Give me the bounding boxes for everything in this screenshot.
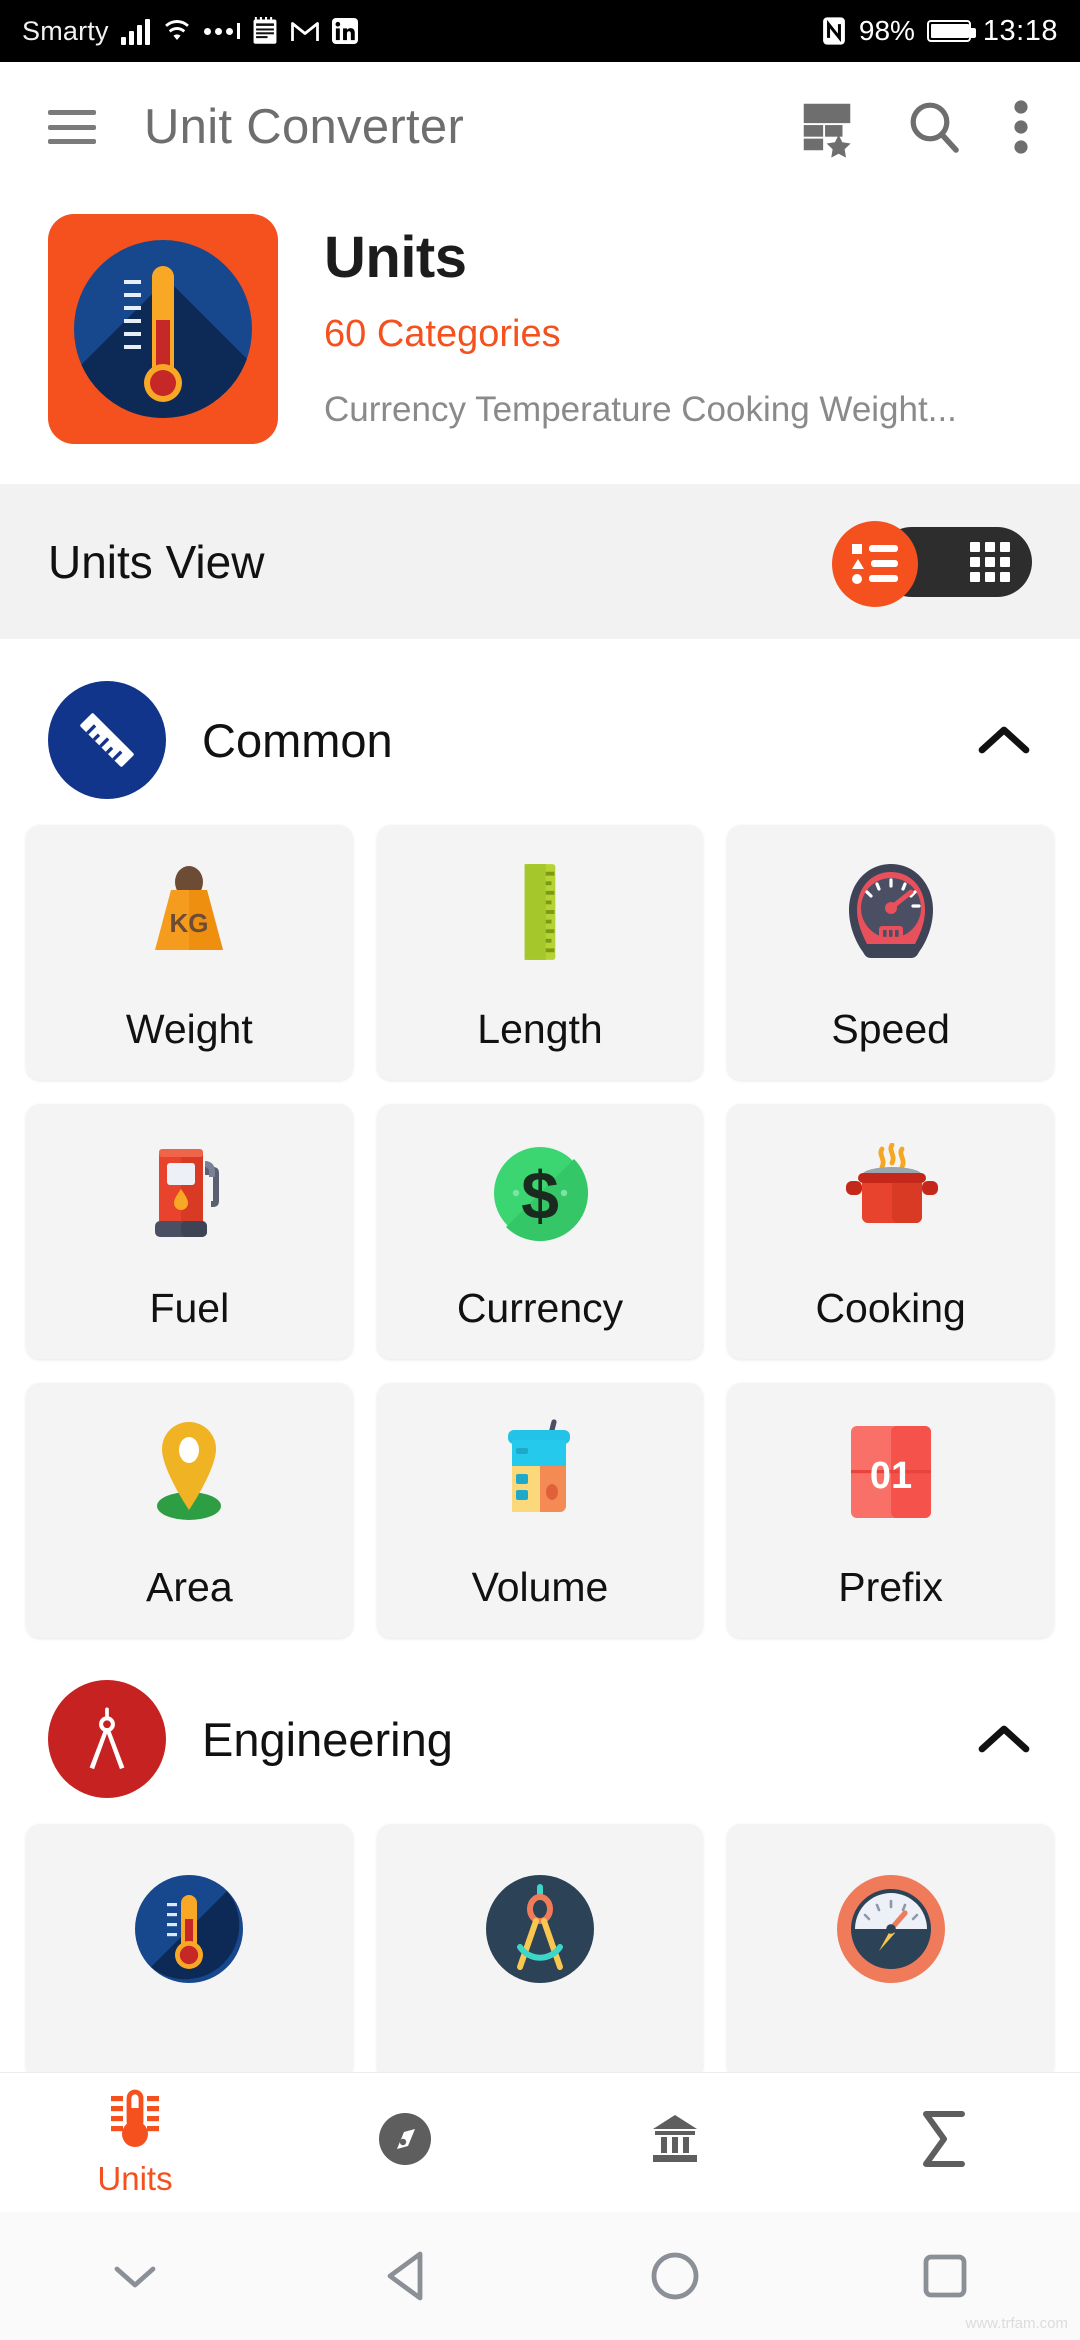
section-title: Common	[202, 713, 393, 767]
section-header-common[interactable]: Common	[0, 639, 1080, 825]
app-header-text: Units 60 Categories Currency Temperature…	[324, 214, 957, 430]
beaker-icon	[494, 1410, 586, 1522]
svg-text:KG: KG	[170, 908, 209, 938]
number-card-icon: 01	[843, 1410, 939, 1522]
app-header-description: Currency Temperature Cooking Weight...	[324, 390, 957, 429]
nav-label: Units	[97, 2159, 173, 2197]
category-label: Currency	[456, 1285, 624, 1331]
temperature-circle-icon	[131, 1874, 247, 1987]
table-favorite-icon[interactable]	[796, 96, 858, 158]
linkedin-icon	[331, 18, 358, 44]
chevron-up-icon[interactable]	[976, 722, 1032, 758]
thermometer-icon	[105, 2088, 165, 2152]
list-view-icon[interactable]	[832, 520, 918, 607]
page-title: Unit Converter	[144, 100, 465, 154]
recents-button[interactable]	[810, 2253, 1080, 2299]
svg-text:$: $	[521, 1158, 559, 1234]
category-grid-engineering	[0, 1824, 1080, 2072]
category-label: Speed	[831, 1006, 950, 1052]
thermometer-app-icon	[48, 214, 278, 444]
category-tile-fuel[interactable]: Fuel	[26, 1104, 353, 1359]
category-label: Fuel	[149, 1285, 230, 1331]
android-navigation-bar: www.trfam.com	[0, 2212, 1080, 2340]
status-bar: Smarty 98% 13:18	[0, 0, 1080, 62]
ruler-icon	[48, 681, 166, 799]
home-button[interactable]	[540, 2251, 810, 2301]
svg-text:01: 01	[870, 1455, 912, 1497]
category-label: Cooking	[815, 1285, 966, 1331]
units-view-toggle[interactable]	[832, 520, 1032, 607]
category-tile-speed[interactable]: Speed	[727, 825, 1054, 1080]
phone-screen: Smarty 98% 13:18 Unit Converter Units 60…	[0, 0, 1080, 2340]
battery-percent-label: 98%	[858, 15, 915, 46]
category-grid-common: KG Weight Length Speed Fuel $ Currency C…	[0, 825, 1080, 1638]
compass-circle-icon	[482, 1874, 598, 1987]
units-view-label: Units View	[48, 535, 265, 588]
battery-icon	[926, 20, 976, 42]
app-header-card[interactable]: Units 60 Categories Currency Temperature…	[0, 192, 1080, 484]
category-label: Area	[146, 1564, 233, 1610]
dollar-coin-icon: $	[490, 1131, 590, 1243]
weight-kg-icon: KG	[136, 852, 242, 964]
gmail-icon	[290, 18, 320, 44]
app-header-categories: 60 Categories	[324, 313, 561, 355]
hide-keyboard-button[interactable]	[0, 2261, 270, 2291]
sigma-icon	[916, 2108, 974, 2170]
more-dots-icon	[203, 23, 240, 39]
compass-icon	[375, 2109, 435, 2169]
home-icon	[650, 2251, 700, 2301]
more-vertical-icon[interactable]	[1010, 99, 1032, 155]
category-tile-compass[interactable]	[376, 1824, 704, 2072]
app-bar: Unit Converter	[0, 62, 1080, 192]
back-button[interactable]	[270, 2250, 540, 2302]
status-bar-left: Smarty	[22, 16, 358, 47]
wifi-icon	[162, 19, 192, 43]
category-tile-prefix[interactable]: 01 Prefix	[727, 1383, 1054, 1638]
nav-item-finance[interactable]	[540, 2109, 810, 2177]
category-tile-length[interactable]: Length	[376, 825, 704, 1080]
section-title: Engineering	[202, 1712, 453, 1766]
chevron-up-icon[interactable]	[976, 1721, 1032, 1757]
category-tile-weight[interactable]: KG Weight	[26, 825, 353, 1080]
nav-item-math[interactable]	[810, 2108, 1080, 2178]
watermark-label: www.trfam.com	[965, 2315, 1068, 2332]
category-label: Prefix	[838, 1564, 944, 1610]
category-label: Weight	[125, 1006, 253, 1052]
search-icon[interactable]	[904, 97, 964, 157]
nav-item-units[interactable]: Units	[0, 2088, 270, 2198]
clock-label: 13:18	[982, 14, 1058, 47]
map-pin-icon	[139, 1410, 239, 1522]
hamburger-menu-icon[interactable]	[48, 110, 96, 144]
bottom-navigation-bar: Units	[0, 2072, 1080, 2212]
nfc-icon	[821, 16, 847, 46]
calendar-icon	[252, 17, 278, 45]
app-bar-actions	[796, 96, 1032, 158]
category-label: Volume	[471, 1564, 609, 1610]
recents-icon	[922, 2253, 968, 2299]
compass-divider-icon	[48, 1680, 166, 1798]
category-tile-volume[interactable]: Volume	[376, 1383, 704, 1638]
carrier-label: Smarty	[22, 15, 109, 46]
category-label: Length	[477, 1006, 603, 1052]
app-header-title: Units	[324, 225, 467, 290]
pressure-gauge-icon	[833, 1874, 949, 1987]
nav-item-compass[interactable]	[270, 2109, 540, 2177]
category-tile-temperature[interactable]	[26, 1824, 353, 2072]
category-tile-currency[interactable]: $ Currency	[376, 1104, 704, 1359]
speedometer-icon	[841, 852, 941, 964]
bank-icon	[645, 2109, 705, 2169]
category-tile-pressure[interactable]	[727, 1824, 1054, 2072]
categories-scroll-area[interactable]: Common KG Weight Length Speed Fuel $ Cur…	[0, 639, 1080, 2072]
cooking-pot-icon	[836, 1131, 946, 1243]
status-bar-right: 98% 13:18	[821, 15, 1058, 48]
category-tile-area[interactable]: Area	[26, 1383, 353, 1638]
back-icon	[382, 2250, 428, 2302]
signal-bars-icon	[120, 17, 150, 45]
fuel-pump-icon	[139, 1131, 239, 1243]
category-tile-cooking[interactable]: Cooking	[727, 1104, 1054, 1359]
units-view-bar: Units View	[0, 484, 1080, 639]
ruler-vertical-icon	[517, 852, 563, 964]
section-header-engineering[interactable]: Engineering	[0, 1638, 1080, 1824]
hide-keyboard-icon	[111, 2261, 159, 2291]
